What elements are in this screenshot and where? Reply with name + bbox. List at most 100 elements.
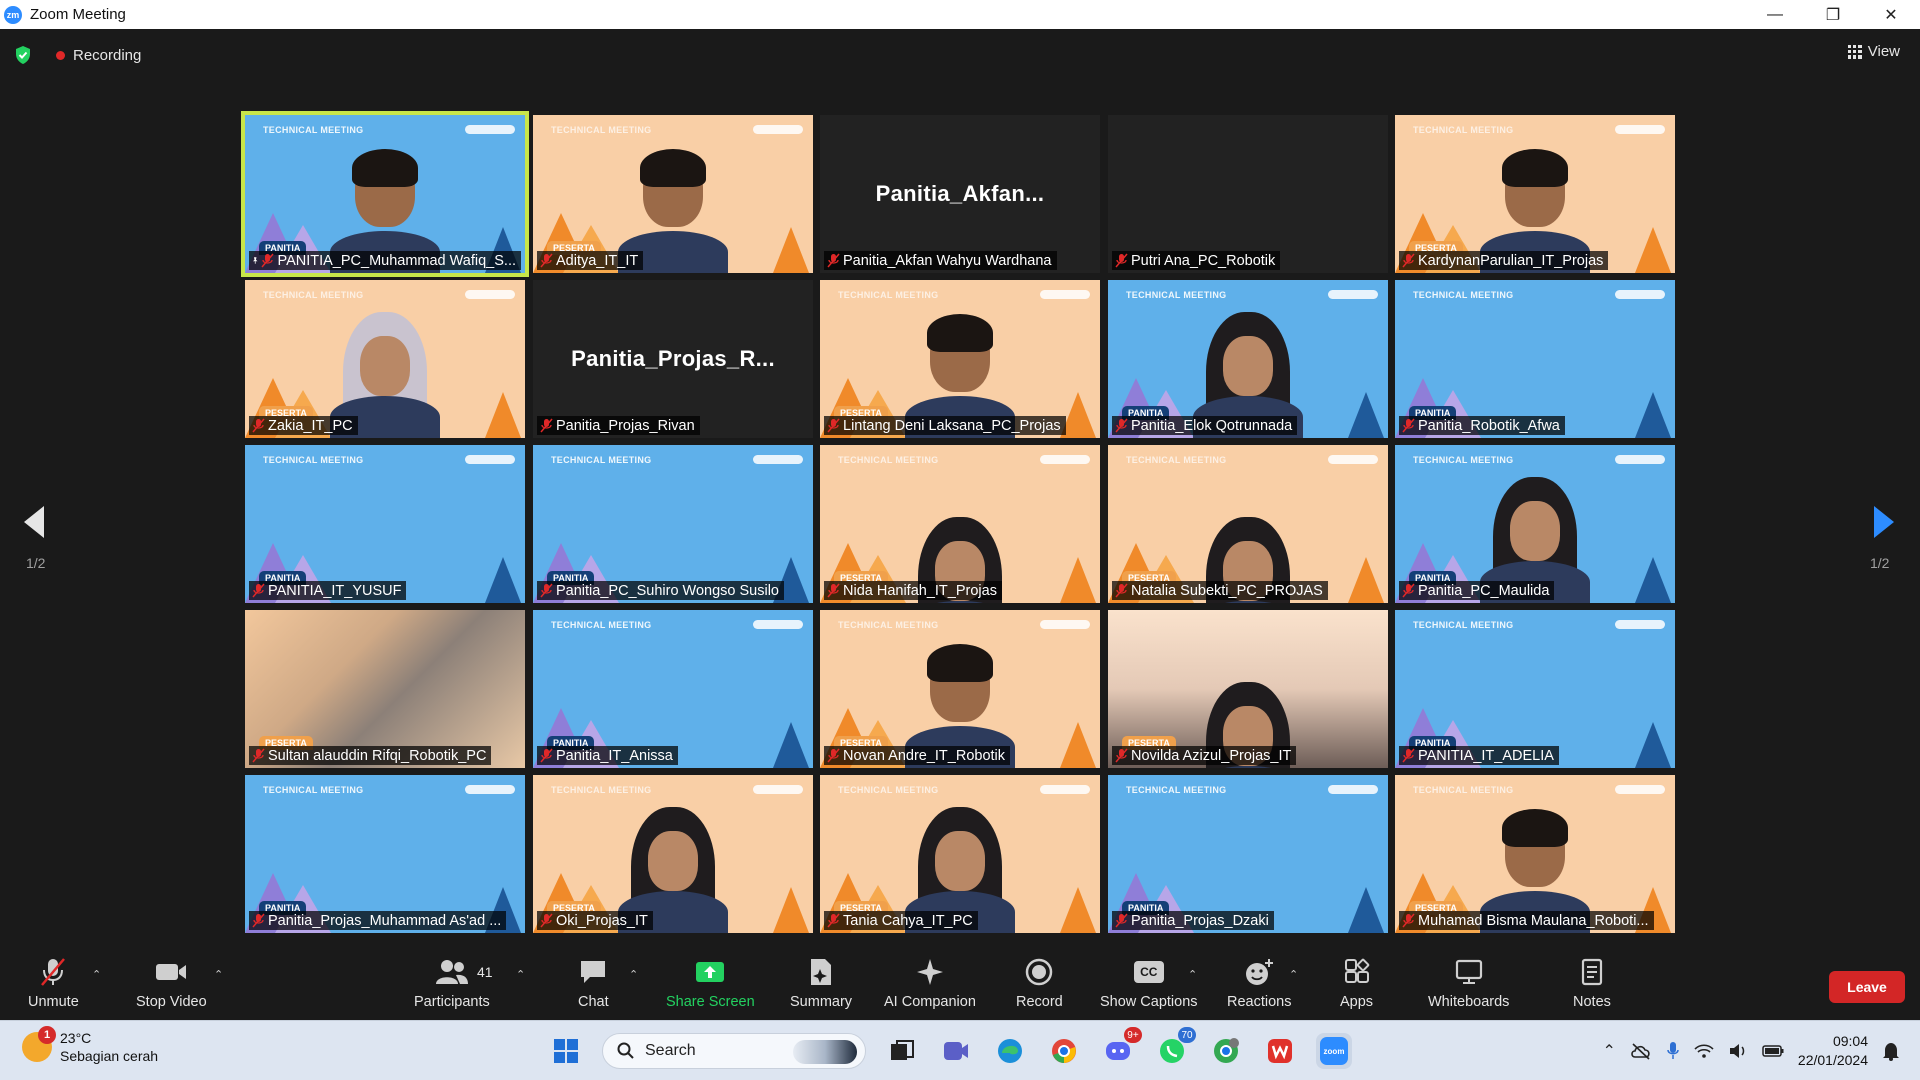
ai-companion-button[interactable]: AI Companion (884, 956, 976, 1010)
recording-dot-icon (56, 50, 65, 60)
onedrive-offline-icon[interactable] (1630, 1042, 1652, 1060)
video-tile[interactable]: TECHNICAL MEETING PESERTA KardynanParulian… (1395, 115, 1675, 273)
weather-notification-badge: 1 (38, 1026, 56, 1044)
video-tile[interactable]: TECHNICAL MEETING PANITIA PANITIA_PC_Muham… (241, 111, 529, 277)
record-label: Record (1016, 994, 1063, 1010)
virtual-background-logo (1040, 290, 1090, 299)
video-tile[interactable]: TECHNICAL MEETING PANITIA Panitia_Robotik_… (1395, 280, 1675, 438)
view-button[interactable]: View (1847, 43, 1900, 60)
encryption-shield-icon[interactable] (14, 45, 32, 65)
video-tile[interactable]: TECHNICAL MEETING PANITIA PANITIA_IT_ADELI… (1395, 610, 1675, 768)
participant-name: Zakia_IT_PC (268, 417, 353, 434)
video-tile[interactable]: TECHNICAL MEETING PESERTA Nida Hanifah_IT_… (820, 445, 1100, 603)
taskbar-search-input[interactable]: Search (602, 1033, 866, 1069)
video-tile[interactable]: TECHNICAL MEETING PESERTA Muhamad Bisma Ma… (1395, 775, 1675, 933)
apps-label: Apps (1340, 994, 1374, 1010)
discord-icon[interactable]: 9+ (1100, 1027, 1142, 1069)
participant-name-label: Lintang Deni Laksana_PC_Projas (824, 416, 1066, 435)
apps-button[interactable]: Apps (1340, 956, 1373, 1010)
video-tile[interactable]: TECHNICAL MEETING PANITIA Panitia_Elok Qot… (1108, 280, 1388, 438)
reactions-button[interactable]: Reactions (1227, 956, 1291, 1010)
participant-name-label: KardynanParulian_IT_Projas (1399, 251, 1609, 270)
zoom-taskbar-icon[interactable]: zoom (1316, 1033, 1352, 1069)
restore-button[interactable]: ❐ (1804, 0, 1862, 29)
participant-name: Natalia Subekti_PC_PROJAS (1131, 582, 1323, 599)
windows-start-icon[interactable] (548, 1033, 584, 1069)
captions-options-caret-icon[interactable]: ⌃ (1188, 968, 1197, 981)
notification-bell-icon[interactable] (1882, 1041, 1900, 1061)
participants-options-caret-icon[interactable]: ⌃ (516, 968, 525, 981)
whatsapp-notification-badge: 70 (1178, 1027, 1196, 1043)
chat-button[interactable]: Chat (578, 956, 609, 1010)
video-tile[interactable]: TECHNICAL MEETING PANITIA Panitia_PC_Suhir… (533, 445, 813, 603)
stop-video-button[interactable]: Stop Video (136, 956, 207, 1010)
microphone-tray-icon[interactable] (1666, 1041, 1680, 1061)
whiteboards-button[interactable]: Whiteboards (1428, 956, 1509, 1010)
reactions-options-caret-icon[interactable]: ⌃ (1289, 968, 1298, 981)
unmute-button[interactable]: Unmute (28, 956, 79, 1010)
video-tile[interactable]: TECHNICAL MEETING PANITIA Panitia_IT_Aniss… (533, 610, 813, 768)
video-tile[interactable]: TECHNICAL MEETING PESERTA Oki_Projas_IT (533, 775, 813, 933)
video-tile[interactable]: Panitia_Projas_R... Panitia_Projas_Rivan (533, 280, 813, 438)
show-captions-button[interactable]: CC Show Captions (1100, 956, 1198, 1010)
muted-microphone-icon (540, 418, 553, 433)
video-options-caret-icon[interactable]: ⌃ (214, 968, 223, 981)
summary-button[interactable]: Summary (790, 956, 852, 1010)
record-button[interactable]: Record (1016, 956, 1063, 1010)
notes-button[interactable]: Notes (1573, 956, 1611, 1010)
leave-button[interactable]: Leave (1829, 971, 1905, 1003)
wifi-icon[interactable] (1694, 1043, 1714, 1059)
participant-name: Panitia_Projas_Dzaki (1131, 912, 1269, 929)
participant-name: PANITIA_IT_YUSUF (268, 582, 402, 599)
participant-name-label: Panitia_PC_Maulida (1399, 581, 1555, 600)
previous-page-arrow-icon[interactable] (20, 502, 50, 542)
chat-options-caret-icon[interactable]: ⌃ (629, 968, 638, 981)
speaker-volume-icon[interactable] (1728, 1043, 1748, 1059)
participant-name-label: Panitia_PC_Suhiro Wongso Susilo (537, 581, 785, 600)
video-tile[interactable]: PESERTA Sultan alauddin Rifqi_Robotik_PC (245, 610, 525, 768)
video-tile[interactable]: TECHNICAL MEETING PANITIA Panitia_Projas_D… (1108, 775, 1388, 933)
virtual-background-logo (465, 125, 515, 134)
participant-name: Panitia_Projas_Rivan (556, 417, 695, 434)
show-hidden-icons-chevron-icon[interactable]: ⌃ (1603, 1041, 1616, 1061)
virtual-background-logo (1615, 290, 1665, 299)
close-button[interactable]: ✕ (1862, 0, 1920, 29)
system-clock[interactable]: 09:04 22/01/2024 (1798, 1032, 1868, 1070)
video-tile[interactable]: Putri Ana_PC_Robotik (1108, 115, 1388, 273)
video-tile[interactable]: PESERTA Novilda Azizul_Projas_IT (1108, 610, 1388, 768)
video-tile[interactable]: TECHNICAL MEETING PESERTA Natalia Subekti_… (1108, 445, 1388, 603)
muted-microphone-icon (252, 748, 265, 763)
video-tile[interactable]: TECHNICAL MEETING PANITIA PANITIA_IT_YUSUF (245, 445, 525, 603)
video-tile[interactable]: TECHNICAL MEETING PESERTA Lintang Deni Lak… (820, 280, 1100, 438)
video-tile[interactable]: Panitia_Akfan... Panitia_Akfan Wahyu Ward… (820, 115, 1100, 273)
mountain-graphic (1348, 887, 1384, 933)
chrome-browser-icon[interactable] (1046, 1033, 1082, 1069)
next-page-arrow-icon[interactable] (1868, 502, 1898, 542)
share-screen-button[interactable]: Share Screen (666, 956, 755, 1010)
battery-charging-icon[interactable] (1762, 1044, 1784, 1058)
whatsapp-icon[interactable]: 70 (1154, 1027, 1196, 1069)
wps-office-icon[interactable] (1262, 1033, 1298, 1069)
task-view-icon[interactable] (884, 1033, 920, 1069)
meet-app-icon[interactable] (938, 1033, 974, 1069)
video-tile[interactable]: TECHNICAL MEETING PESERTA Novan Andre_IT_R… (820, 610, 1100, 768)
chrome-profile-icon[interactable] (1208, 1033, 1244, 1069)
video-tile[interactable]: TECHNICAL MEETING PESERTA Tania Cahya_IT_P… (820, 775, 1100, 933)
participant-name: Sultan alauddin Rifqi_Robotik_PC (268, 747, 487, 764)
participant-name: Panitia_Projas_Muhammad As'ad ... (268, 912, 502, 929)
recording-indicator[interactable]: Recording (56, 43, 141, 67)
participant-name-label: Oki_Projas_IT (537, 911, 653, 930)
edge-browser-icon[interactable] (992, 1033, 1028, 1069)
weather-widget[interactable]: 1 23°C Sebagian cerah (22, 1026, 158, 1065)
video-tile[interactable]: TECHNICAL MEETING PESERTA Aditya_IT_IT (533, 115, 813, 273)
record-icon (1026, 958, 1053, 986)
video-tile[interactable]: TECHNICAL MEETING PANITIA Panitia_Projas_M… (245, 775, 525, 933)
video-tile[interactable]: TECHNICAL MEETING PESERTA Zakia_IT_PC (245, 280, 525, 438)
minimize-button[interactable]: — (1746, 0, 1804, 29)
clock-time: 09:04 (1832, 1033, 1868, 1049)
video-tile[interactable]: TECHNICAL MEETING PANITIA Panitia_PC_Mauli… (1395, 445, 1675, 603)
participant-name-label: PANITIA_PC_Muhammad Wafiq_S... (249, 251, 521, 270)
virtual-background-logo (753, 620, 803, 629)
virtual-background-title: TECHNICAL MEETING (263, 125, 364, 135)
audio-options-caret-icon[interactable]: ⌃ (92, 968, 101, 981)
